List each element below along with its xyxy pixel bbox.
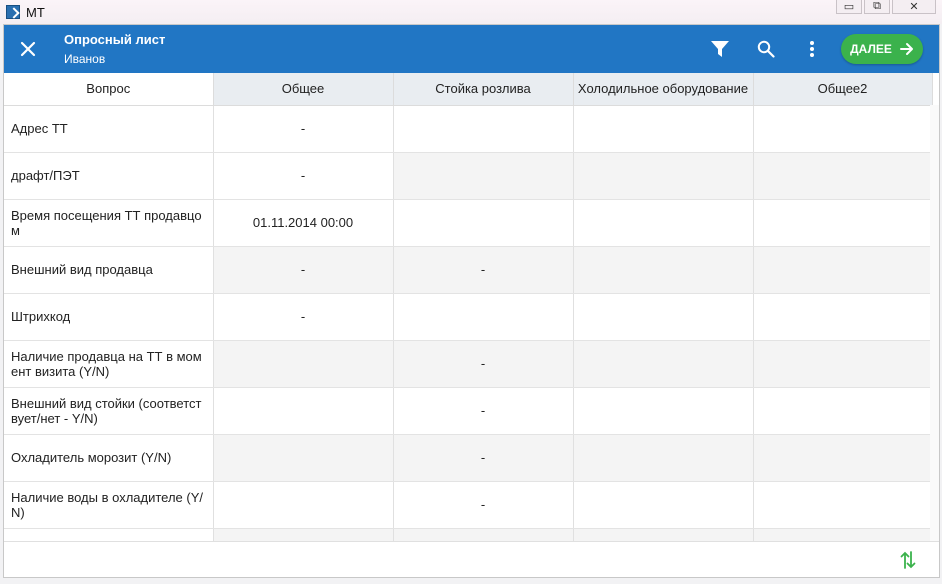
answer-cell[interactable] <box>393 199 574 247</box>
window-titlebar: MT ▭ ⧉ ✕ <box>0 0 942 24</box>
question-cell: Время посещения ТТ продавцом <box>4 199 214 247</box>
question-cell: Наличие продавца на ТТ в момент визита (… <box>4 340 214 388</box>
questionnaire-table: Вопрос Общее Стойка розлива Холодильное … <box>4 73 933 543</box>
close-icon <box>20 41 36 57</box>
answer-cell[interactable]: - <box>213 105 394 153</box>
answer-cell[interactable] <box>753 434 933 482</box>
answer-cell[interactable] <box>213 387 394 435</box>
answer-cell[interactable]: - <box>393 340 574 388</box>
vertical-scrollbar[interactable] <box>930 105 939 543</box>
app-icon <box>6 5 20 19</box>
search-button[interactable] <box>743 25 789 73</box>
window-controls: ▭ ⧉ ✕ <box>836 0 936 14</box>
next-button[interactable]: ДАЛЕЕ <box>841 34 923 64</box>
minimize-button[interactable]: ▭ <box>836 0 862 14</box>
page-subtitle: Иванов <box>64 52 106 66</box>
toolbar-titles: Опросный лист Иванов <box>64 31 697 67</box>
answer-cell[interactable] <box>753 246 933 294</box>
answer-cell[interactable] <box>393 152 574 200</box>
table-row[interactable]: Внешний вид продавца - - <box>4 246 933 294</box>
answer-cell[interactable] <box>753 152 933 200</box>
answer-cell[interactable]: - <box>393 387 574 435</box>
filter-button[interactable] <box>697 25 743 73</box>
questionnaire-table-container[interactable]: Вопрос Общее Стойка розлива Холодильное … <box>4 73 939 543</box>
answer-cell[interactable]: - <box>393 246 574 294</box>
answer-cell[interactable] <box>753 293 933 341</box>
window-close-button[interactable]: ✕ <box>892 0 936 14</box>
question-cell: Адрес ТТ <box>4 105 214 153</box>
answer-cell[interactable]: - <box>393 481 574 529</box>
answer-cell[interactable]: - <box>213 293 394 341</box>
question-cell: Внешний вид продавца <box>4 246 214 294</box>
answer-cell[interactable]: - <box>213 152 394 200</box>
answer-cell[interactable] <box>753 199 933 247</box>
table-row[interactable]: Адрес ТТ - <box>4 105 933 153</box>
question-cell: Наличие воды в охладителе (Y/N) <box>4 481 214 529</box>
more-vert-icon <box>810 41 814 57</box>
column-header-tap-stand[interactable]: Стойка розлива <box>393 73 574 106</box>
more-button[interactable] <box>789 25 835 73</box>
answer-cell[interactable] <box>573 105 754 153</box>
answer-cell[interactable] <box>753 481 933 529</box>
answer-cell[interactable] <box>213 340 394 388</box>
app-frame: Опросный лист Иванов ДАЛЕЕ Вопрос Общее … <box>3 24 940 578</box>
column-header-refrigeration[interactable]: Холодильное оборудование <box>573 73 754 106</box>
close-button[interactable] <box>4 25 52 73</box>
arrow-right-icon <box>899 43 913 55</box>
answer-cell[interactable] <box>393 293 574 341</box>
answer-cell[interactable] <box>393 105 574 153</box>
column-header-question[interactable]: Вопрос <box>4 73 214 106</box>
column-header-general[interactable]: Общее <box>213 73 394 106</box>
answer-cell[interactable] <box>573 246 754 294</box>
table-row[interactable]: Внешний вид стойки (соответствует/нет - … <box>4 387 933 435</box>
answer-cell[interactable] <box>573 293 754 341</box>
table-row[interactable]: Наличие продавца на ТТ в момент визита (… <box>4 340 933 388</box>
page-title: Опросный лист <box>64 32 166 47</box>
restore-button[interactable]: ⧉ <box>864 0 890 14</box>
answer-cell[interactable] <box>573 340 754 388</box>
answer-cell[interactable] <box>753 105 933 153</box>
question-cell: Штрихкод <box>4 293 214 341</box>
footer-bar <box>4 541 939 577</box>
answer-cell[interactable]: - <box>393 434 574 482</box>
answer-cell[interactable] <box>213 481 394 529</box>
answer-cell[interactable] <box>573 152 754 200</box>
table-header-row: Вопрос Общее Стойка розлива Холодильное … <box>4 73 933 106</box>
table-row[interactable]: Наличие воды в охладителе (Y/N) - <box>4 481 933 529</box>
window-title: MT <box>26 4 45 20</box>
question-cell: драфт/ПЭТ <box>4 152 214 200</box>
table-row[interactable]: Штрихкод - <box>4 293 933 341</box>
answer-cell[interactable]: 01.11.2014 00:00 <box>213 199 394 247</box>
table-row[interactable]: Охладитель морозит (Y/N) - <box>4 434 933 482</box>
answer-cell[interactable] <box>753 387 933 435</box>
app-toolbar: Опросный лист Иванов ДАЛЕЕ <box>4 25 939 73</box>
answer-cell[interactable] <box>753 340 933 388</box>
answer-cell[interactable]: - <box>213 246 394 294</box>
question-cell: Внешний вид стойки (соответствует/нет - … <box>4 387 214 435</box>
filter-icon <box>711 41 729 57</box>
sort-arrows-icon[interactable] <box>899 550 917 570</box>
table-row[interactable]: Время посещения ТТ продавцом 01.11.2014 0… <box>4 199 933 247</box>
answer-cell[interactable] <box>573 434 754 482</box>
search-icon <box>757 40 775 58</box>
table-row[interactable]: драфт/ПЭТ - <box>4 152 933 200</box>
question-cell: Охладитель морозит (Y/N) <box>4 434 214 482</box>
column-header-general2[interactable]: Общее2 <box>753 73 933 106</box>
answer-cell[interactable] <box>573 481 754 529</box>
answer-cell[interactable] <box>573 387 754 435</box>
next-button-label: ДАЛЕЕ <box>850 42 892 56</box>
answer-cell[interactable] <box>213 434 394 482</box>
answer-cell[interactable] <box>573 199 754 247</box>
